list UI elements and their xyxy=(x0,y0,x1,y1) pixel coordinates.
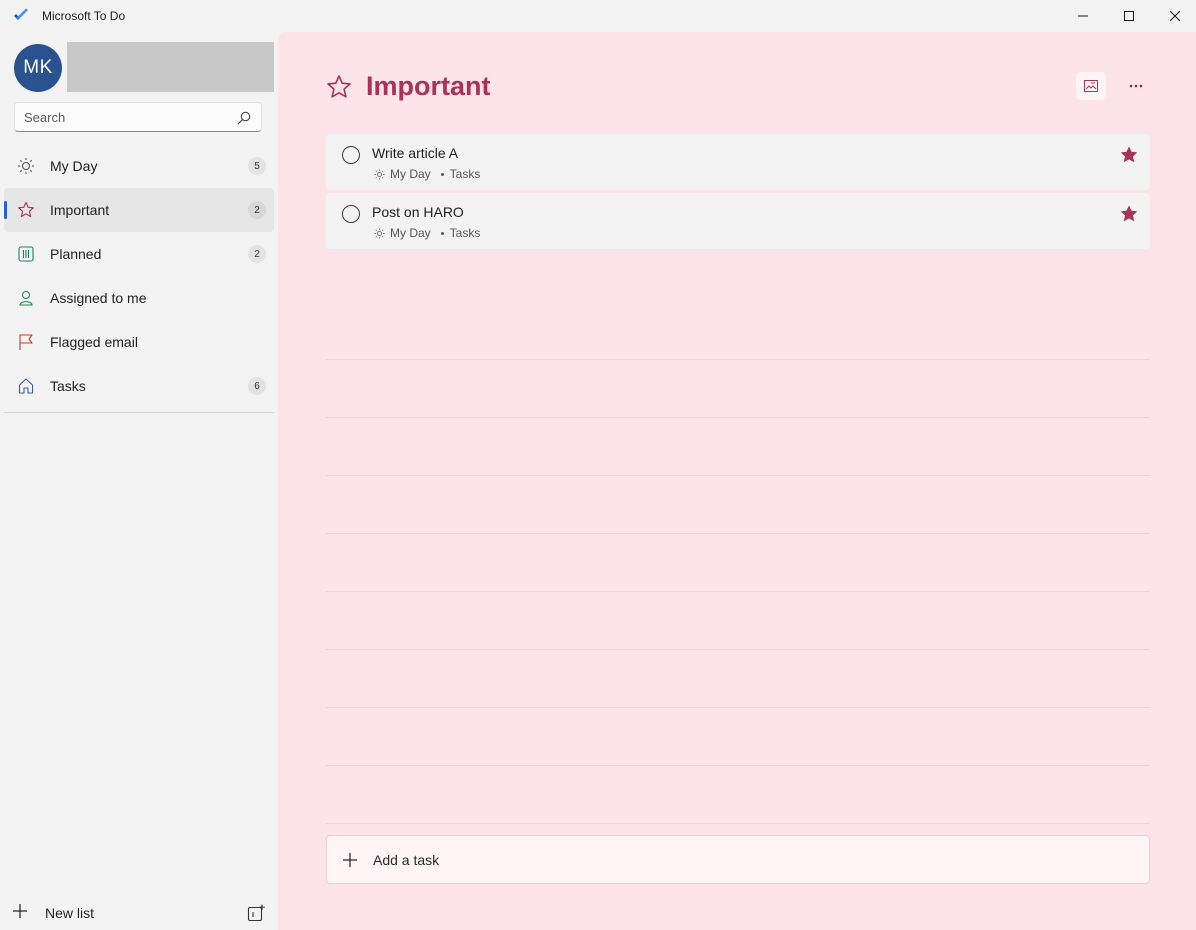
sidebar-item-label: Tasks xyxy=(50,378,86,394)
more-icon xyxy=(1129,84,1143,88)
empty-rows xyxy=(326,302,1150,824)
home-icon xyxy=(18,378,34,394)
add-task-box xyxy=(326,835,1150,884)
suggestions-button[interactable] xyxy=(1076,72,1106,100)
main-panel: Important Write article A My Day Tasks P… xyxy=(278,32,1196,930)
sidebar-item-tasks[interactable]: Tasks 6 xyxy=(4,364,274,408)
sun-icon xyxy=(374,227,385,239)
sidebar-item-flagged-email[interactable]: Flagged email xyxy=(4,320,274,364)
minimize-icon xyxy=(1078,15,1088,17)
star-icon xyxy=(18,201,34,218)
separator-dot xyxy=(440,231,444,235)
complete-checkbox[interactable] xyxy=(342,146,360,164)
count-badge: 2 xyxy=(248,245,266,263)
sidebar-item-important[interactable]: Important 2 xyxy=(4,188,274,232)
more-options-button[interactable] xyxy=(1121,72,1151,100)
minimize-button[interactable] xyxy=(1060,0,1106,32)
sidebar-item-label: My Day xyxy=(50,158,98,174)
sun-icon xyxy=(18,158,34,174)
list-name: Tasks xyxy=(449,167,481,181)
sidebar-item-assigned[interactable]: Assigned to me xyxy=(4,276,274,320)
title-bar: Microsoft To Do xyxy=(0,0,1196,32)
search-input[interactable] xyxy=(15,103,225,131)
empty-row-line xyxy=(326,418,1150,476)
maximize-icon xyxy=(1124,11,1134,21)
separator-dot xyxy=(440,172,444,176)
sidebar-item-label: Important xyxy=(50,202,110,218)
close-icon xyxy=(1170,11,1180,21)
plus-icon[interactable] xyxy=(342,852,358,868)
add-task-input[interactable] xyxy=(373,836,1113,883)
empty-row-line xyxy=(326,360,1150,418)
task-title: Post on HARO xyxy=(372,204,464,220)
task-meta: My Day Tasks xyxy=(374,226,480,240)
empty-row-line xyxy=(326,708,1150,766)
flag-icon xyxy=(19,334,33,350)
empty-row-line xyxy=(326,476,1150,534)
sidebar-item-label: Assigned to me xyxy=(50,290,147,306)
maximize-button[interactable] xyxy=(1106,0,1152,32)
task-item[interactable]: Write article A My Day Tasks xyxy=(326,134,1150,190)
sidebar-nav: My Day 5 Important 2 Planned 2 Assigned … xyxy=(0,144,278,408)
app-title: Microsoft To Do xyxy=(42,9,126,23)
new-list-label: New list xyxy=(45,905,95,921)
my-day-label: My Day xyxy=(390,167,431,181)
empty-row-line xyxy=(326,592,1150,650)
calendar-icon xyxy=(18,246,34,262)
empty-row-line xyxy=(326,650,1150,708)
sidebar-item-label: Flagged email xyxy=(50,334,138,350)
todo-logo-icon xyxy=(14,8,28,20)
page-title: Important xyxy=(366,71,491,101)
sidebar-item-label: Planned xyxy=(50,246,102,262)
complete-checkbox[interactable] xyxy=(342,205,360,223)
task-item[interactable]: Post on HARO My Day Tasks xyxy=(326,193,1150,249)
empty-row-line xyxy=(326,766,1150,824)
plus-icon xyxy=(13,904,27,918)
star-filled-icon[interactable] xyxy=(1120,146,1138,164)
search-box xyxy=(14,102,262,132)
search-icon[interactable] xyxy=(237,111,251,125)
task-title: Write article A xyxy=(372,145,459,161)
count-badge: 2 xyxy=(248,201,266,219)
task-list: Write article A My Day Tasks Post on HAR… xyxy=(326,134,1150,252)
star-filled-icon[interactable] xyxy=(1120,205,1138,223)
task-meta: My Day Tasks xyxy=(374,167,480,181)
sidebar-divider xyxy=(4,412,274,413)
list-name: Tasks xyxy=(449,226,481,240)
account-info-redacted[interactable] xyxy=(67,42,274,92)
sidebar-item-my-day[interactable]: My Day 5 xyxy=(4,144,274,188)
sun-icon xyxy=(374,168,385,180)
my-day-label: My Day xyxy=(390,226,431,240)
sidebar-item-planned[interactable]: Planned 2 xyxy=(4,232,274,276)
close-button[interactable] xyxy=(1152,0,1196,32)
empty-row-line xyxy=(326,302,1150,360)
count-badge: 6 xyxy=(248,377,266,395)
count-badge: 5 xyxy=(248,157,266,175)
empty-row-line xyxy=(326,534,1150,592)
new-group-icon[interactable] xyxy=(247,904,265,922)
sidebar: MK My Day 5 Impo xyxy=(0,32,278,930)
new-list-button[interactable]: New list xyxy=(0,894,278,930)
avatar[interactable]: MK xyxy=(14,44,62,92)
star-icon xyxy=(327,75,351,98)
person-icon xyxy=(19,290,33,306)
picture-icon xyxy=(1084,80,1098,92)
